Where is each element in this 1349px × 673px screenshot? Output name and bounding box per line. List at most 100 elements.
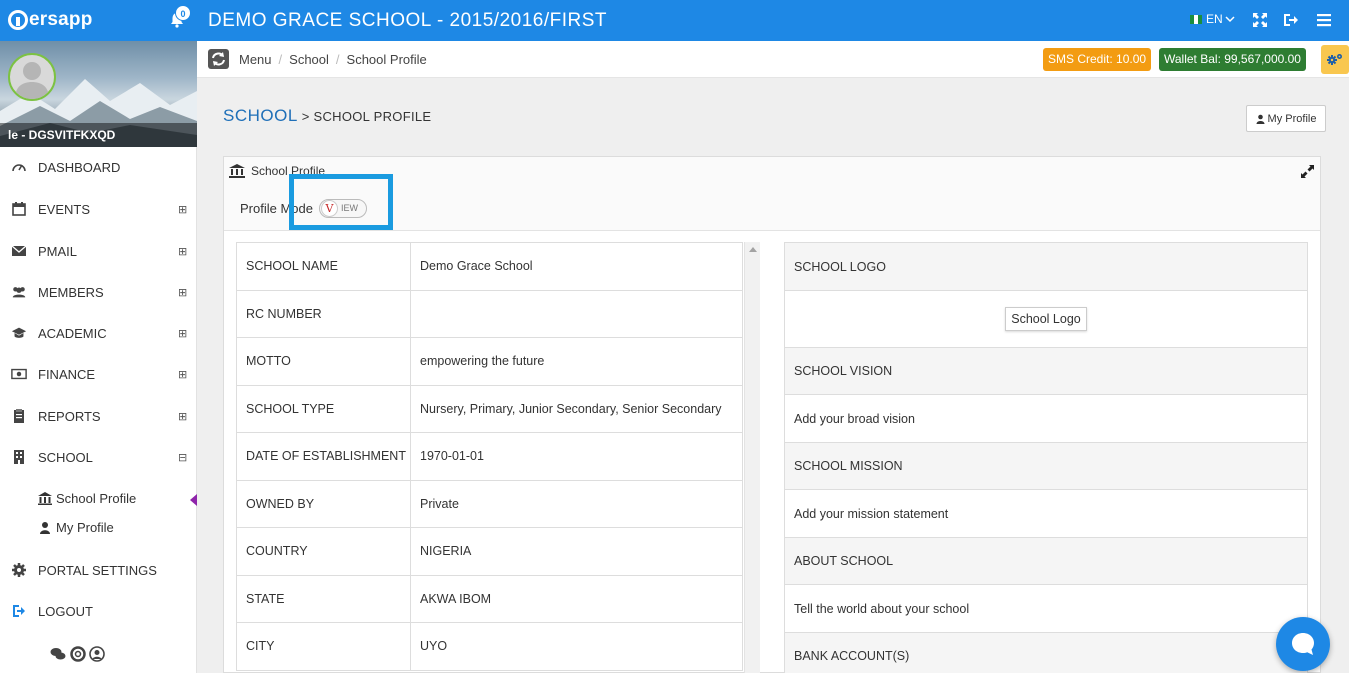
sms-credit-badge[interactable]: SMS Credit: 10.00 xyxy=(1043,48,1152,71)
detail-value xyxy=(410,289,743,338)
table-row: Add your mission statement xyxy=(784,489,1308,538)
sidebar-item-academic[interactable]: ACADEMIC ⊞ xyxy=(0,313,197,353)
detail-value: AKWA IBOM xyxy=(410,574,743,623)
detail-key: MOTTO xyxy=(236,337,411,386)
language-selector[interactable]: EN xyxy=(1190,12,1235,26)
sidebar-item-logout[interactable]: LOGOUT xyxy=(0,591,197,631)
detail-key: CITY xyxy=(236,622,411,671)
sidebar-subitem-my-profile[interactable]: My Profile xyxy=(38,520,114,535)
user-circle-icon[interactable] xyxy=(89,646,106,662)
detail-key: DATE OF ESTABLISHMENT xyxy=(236,432,411,481)
live-chat-button[interactable] xyxy=(1276,617,1330,671)
detail-key: SCHOOL NAME xyxy=(236,242,411,291)
table-row: MOTTO empowering the future xyxy=(236,337,743,386)
users-icon xyxy=(12,287,26,298)
sidebar: le - DGSVITFKXQD DASHBOARD EVENTS ⊞ PMAI… xyxy=(0,41,197,673)
expand-icon[interactable]: ⊞ xyxy=(178,245,187,258)
detail-value: NIGERIA xyxy=(410,527,743,576)
my-profile-button[interactable]: My Profile xyxy=(1246,105,1326,132)
table-row: COUNTRY NIGERIA xyxy=(236,527,743,576)
table-row: SCHOOL NAME Demo Grace School xyxy=(236,242,743,291)
fullscreen-icon[interactable] xyxy=(1251,11,1269,29)
detail-value: Private xyxy=(410,479,743,528)
refresh-button[interactable] xyxy=(208,49,229,69)
table-row: BANK ACCOUNT(S) xyxy=(784,632,1308,673)
expand-icon[interactable] xyxy=(1301,165,1314,178)
sign-out-icon[interactable] xyxy=(1282,11,1300,29)
detail-value: 1970-01-01 xyxy=(410,432,743,481)
detail-value: Demo Grace School xyxy=(410,242,743,291)
table-row: STATE AKWA IBOM xyxy=(236,574,743,623)
sidebar-item-label: REPORTS xyxy=(38,408,101,424)
table-row: ABOUT SCHOOL xyxy=(784,537,1308,585)
support-lifebuoy-icon[interactable] xyxy=(69,646,86,662)
hamburger-menu-icon[interactable] xyxy=(1315,11,1333,29)
breadcrumb-item-menu[interactable]: Menu xyxy=(239,52,272,67)
bank-icon xyxy=(38,492,52,505)
table-row: SCHOOL VISION xyxy=(784,347,1308,395)
sidebar-item-label: DASHBOARD xyxy=(38,159,121,175)
section-header-vision: SCHOOL VISION xyxy=(784,347,1308,395)
table-row: Tell the world about your school xyxy=(784,584,1308,633)
mission-text[interactable]: Add your mission statement xyxy=(784,489,1308,538)
vertical-scrollbar[interactable] xyxy=(744,242,760,673)
breadcrumb-bar: Menu / School / School Profile SMS Credit: 1… xyxy=(197,41,1349,78)
breadcrumb-separator: / xyxy=(278,52,283,67)
logo-cell: School Logo xyxy=(784,290,1308,348)
user-icon xyxy=(40,522,50,534)
school-info-table: SCHOOL LOGO School Logo SCHOOL VISION Ad… xyxy=(784,242,1308,673)
sidebar-item-school[interactable]: SCHOOL ⊟ xyxy=(0,437,197,477)
breadcrumb-item-school[interactable]: School xyxy=(289,52,329,67)
sidebar-item-portal-settings[interactable]: PORTAL SETTINGS xyxy=(0,550,197,590)
profile-header: le - DGSVITFKXQD xyxy=(0,41,197,147)
user-name: le - DGSVITFKXQD xyxy=(0,123,197,147)
expand-icon[interactable]: ⊞ xyxy=(178,368,187,381)
my-profile-button-label: My Profile xyxy=(1267,112,1317,125)
sidebar-item-members[interactable]: MEMBERS ⊞ xyxy=(0,272,197,312)
collapse-icon[interactable]: ⊟ xyxy=(178,451,187,464)
sidebar-item-dashboard[interactable]: DASHBOARD xyxy=(0,147,197,187)
sidebar-item-label: EVENTS xyxy=(38,201,91,217)
expand-icon[interactable]: ⊞ xyxy=(178,327,187,340)
breadcrumb: Menu / School / School Profile xyxy=(239,52,427,67)
school-logo-button[interactable]: School Logo xyxy=(1005,307,1087,331)
detail-key: STATE xyxy=(236,574,411,623)
page-title-main[interactable]: SCHOOL xyxy=(223,106,298,125)
clipboard-icon xyxy=(14,409,24,423)
quick-settings-button[interactable] xyxy=(1321,45,1349,74)
app-logo[interactable]: ersapp xyxy=(8,9,93,31)
avatar[interactable] xyxy=(8,53,56,101)
sidebar-item-reports[interactable]: REPORTS ⊞ xyxy=(0,396,197,436)
table-row: School Logo xyxy=(784,290,1308,348)
wallet-balance-badge[interactable]: Wallet Bal: 99,567,000.00 xyxy=(1159,48,1306,71)
scroll-up-arrow-icon[interactable] xyxy=(749,247,757,252)
refresh-icon xyxy=(212,52,225,66)
sidebar-item-pmail[interactable]: PMAIL ⊞ xyxy=(0,231,197,271)
table-row: RC NUMBER xyxy=(236,289,743,338)
sidebar-item-label: MEMBERS xyxy=(38,284,104,300)
expand-icon[interactable]: ⊞ xyxy=(178,286,187,299)
table-row: SCHOOL MISSION xyxy=(784,442,1308,490)
expand-icon[interactable]: ⊞ xyxy=(178,410,187,423)
nigeria-flag-icon xyxy=(1190,14,1202,24)
table-row: CITY UYO xyxy=(236,622,743,671)
table-row: SCHOOL TYPE Nursery, Primary, Junior Seco… xyxy=(236,384,743,433)
top-navbar: ersapp 0 DEMO GRACE SCHOOL - 2015/2016/F… xyxy=(0,0,1349,41)
dashboard-icon xyxy=(12,164,26,172)
detail-key: SCHOOL TYPE xyxy=(236,384,411,433)
sidebar-item-events[interactable]: EVENTS ⊞ xyxy=(0,189,197,229)
sign-out-icon xyxy=(13,605,25,617)
about-text[interactable]: Tell the world about your school xyxy=(784,584,1308,633)
vision-text[interactable]: Add your broad vision xyxy=(784,394,1308,443)
chat-icon[interactable] xyxy=(50,646,66,662)
sidebar-subitem-school-profile[interactable]: School Profile xyxy=(38,491,136,506)
calendar-icon xyxy=(12,202,26,216)
section-header-mission: SCHOOL MISSION xyxy=(784,442,1308,490)
school-details-table: SCHOOL NAME Demo Grace School RC NUMBER M… xyxy=(236,242,743,671)
sidebar-item-finance[interactable]: FINANCE ⊞ xyxy=(0,354,197,394)
highlight-box xyxy=(289,174,393,230)
expand-icon[interactable]: ⊞ xyxy=(178,203,187,216)
chat-bubble-icon xyxy=(1292,633,1314,655)
active-item-marker xyxy=(190,494,197,506)
sidebar-item-label: PMAIL xyxy=(38,243,78,259)
